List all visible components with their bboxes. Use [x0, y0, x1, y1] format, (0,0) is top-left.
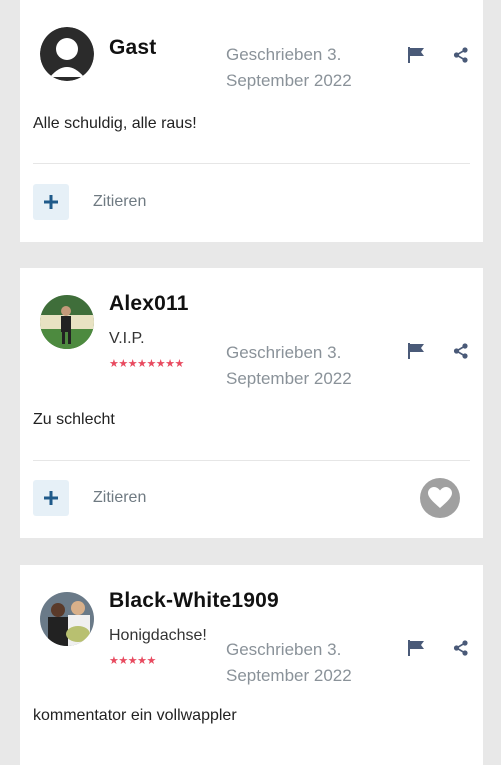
user-title: Honigdachse!	[109, 627, 207, 644]
heart-icon	[428, 487, 452, 508]
post-date-line2: September 2022	[226, 666, 352, 685]
post-date-line2: September 2022	[226, 71, 352, 90]
rank-stars: ★★★★★	[109, 655, 156, 667]
post-card: Alex011 V.I.P. ★★★★★★★★ Geschrieben 3. S…	[20, 268, 483, 538]
post-date-line1: Geschrieben 3.	[226, 45, 342, 64]
post-card: Black-White1909 Honigdachse! ★★★★★ Gesch…	[20, 565, 483, 765]
post-date: Geschrieben 3. September 2022	[226, 340, 376, 392]
report-flag-icon[interactable]	[407, 343, 425, 364]
user-photo-icon	[40, 295, 94, 349]
multiquote-add-button[interactable]	[33, 480, 69, 516]
post-content: kommentator ein vollwappler	[33, 707, 237, 724]
post-date-line1: Geschrieben 3.	[226, 343, 342, 362]
author-avatar[interactable]	[40, 295, 94, 349]
user-photo-icon	[40, 592, 94, 646]
post-date: Geschrieben 3. September 2022	[226, 42, 376, 94]
quote-button[interactable]: Zitieren	[93, 193, 146, 211]
post-content: Alle schuldig, alle raus!	[33, 115, 197, 132]
author-name[interactable]: Black-White1909	[109, 589, 279, 613]
share-icon[interactable]	[453, 640, 469, 661]
plus-icon	[44, 491, 58, 505]
multiquote-add-button[interactable]	[33, 184, 69, 220]
author-name[interactable]: Alex011	[109, 292, 189, 316]
report-flag-icon[interactable]	[407, 640, 425, 661]
rank-stars: ★★★★★★★★	[109, 358, 184, 370]
quote-button[interactable]: Zitieren	[93, 489, 146, 507]
divider	[33, 460, 470, 461]
share-icon[interactable]	[453, 343, 469, 364]
author-name[interactable]: Gast	[109, 36, 157, 60]
post-content: Zu schlecht	[33, 411, 115, 428]
author-avatar[interactable]	[40, 27, 94, 81]
divider	[33, 163, 470, 164]
report-flag-icon[interactable]	[407, 47, 425, 68]
like-button[interactable]	[420, 478, 460, 518]
user-title: V.I.P.	[109, 330, 145, 347]
share-icon[interactable]	[453, 47, 469, 68]
post-date: Geschrieben 3. September 2022	[226, 637, 376, 689]
post-date-line1: Geschrieben 3.	[226, 640, 342, 659]
guest-avatar-icon	[40, 27, 94, 81]
post-date-line2: September 2022	[226, 369, 352, 388]
author-avatar[interactable]	[40, 592, 94, 646]
post-card: Gast Geschrieben 3. September 2022 Alle …	[20, 0, 483, 242]
plus-icon	[44, 195, 58, 209]
